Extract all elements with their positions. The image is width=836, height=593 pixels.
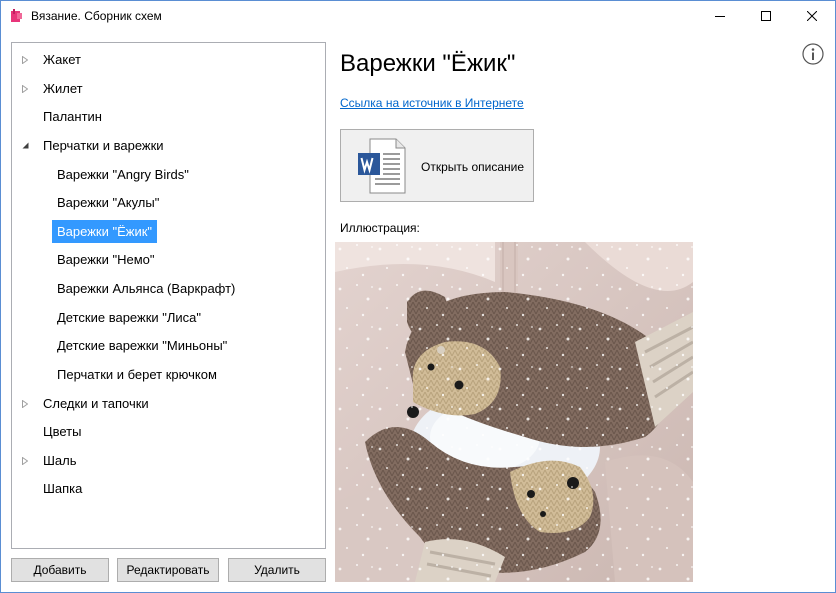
tree-item-crochet[interactable]: Перчатки и берет крючком: [52, 363, 222, 386]
close-icon: [807, 11, 817, 21]
tree-item-yozhik[interactable]: Варежки "Ёжик": [52, 220, 158, 243]
tree-item-label: Жакет: [43, 52, 81, 67]
title-bar: Вязание. Сборник схем: [1, 1, 835, 31]
tree-item-label: Детские варежки "Миньоны": [57, 338, 228, 353]
tree-item-label: Перчатки и варежки: [43, 138, 164, 153]
hedgehog-mittens-illustration: [335, 242, 693, 582]
page-title: Варежки "Ёжик": [340, 50, 516, 77]
tree-item-label: Шаль: [43, 453, 77, 468]
source-link[interactable]: Ссылка на источник в Интернете: [340, 96, 524, 110]
illustration-label: Иллюстрация:: [340, 221, 420, 235]
tree-item-label: Детские варежки "Лиса": [57, 310, 202, 325]
tree-item-shapka[interactable]: Шапка: [20, 477, 87, 500]
edit-button[interactable]: Редактировать: [117, 558, 219, 582]
tree-item-label: Перчатки и берет крючком: [57, 367, 217, 382]
scheme-tree[interactable]: Жакет Жилет Палантин Перчатки и варежки …: [11, 42, 326, 549]
tree-item-lisa[interactable]: Детские варежки "Лиса": [52, 306, 206, 329]
window-title: Вязание. Сборник схем: [31, 9, 162, 23]
tree-item-shal[interactable]: Шаль: [20, 449, 82, 472]
maximize-icon: [761, 11, 771, 21]
expand-arrow-icon[interactable]: [20, 392, 30, 415]
delete-button[interactable]: Удалить: [228, 558, 326, 582]
tree-item-label: Варежки "Акулы": [57, 195, 160, 210]
expand-arrow-icon[interactable]: [20, 48, 30, 71]
minimize-icon: [715, 16, 725, 17]
tree-item-label: Варежки "Немо": [57, 252, 155, 267]
maximize-button[interactable]: [743, 1, 789, 31]
tree-item-label: Варежки Альянса (Варкрафт): [57, 281, 236, 296]
tree-item-label: Шапка: [43, 481, 83, 496]
add-button[interactable]: Добавить: [11, 558, 109, 582]
tree-item-alliance[interactable]: Варежки Альянса (Варкрафт): [52, 277, 240, 300]
expand-arrow-icon[interactable]: [20, 449, 30, 472]
tree-item-akuly[interactable]: Варежки "Акулы": [52, 191, 164, 214]
tree-item-label: Палантин: [43, 109, 102, 124]
tree-item-nemo[interactable]: Варежки "Немо": [52, 248, 160, 271]
tree-item-tsvety[interactable]: Цветы: [20, 420, 86, 443]
minimize-button[interactable]: [697, 1, 743, 31]
tree-item-zhaket[interactable]: Жакет: [20, 48, 86, 71]
info-icon[interactable]: [802, 43, 824, 65]
tree-item-minions[interactable]: Детские варежки "Миньоны": [52, 334, 232, 357]
tree-item-label: Жилет: [43, 81, 83, 96]
tree-item-label: Варежки "Ёжик": [52, 220, 158, 243]
tree-item-label: Следки и тапочки: [43, 396, 149, 411]
tree-item-label: Варежки "Angry Birds": [57, 167, 189, 182]
collapse-arrow-icon[interactable]: [20, 134, 30, 157]
tree-item-label: Цветы: [43, 424, 82, 439]
open-description-label: Открыть описание: [421, 160, 525, 174]
app-window: Вязание. Сборник схем Жакет Жилет Палант…: [0, 0, 836, 593]
tree-item-zhilet[interactable]: Жилет: [20, 77, 88, 100]
tree-item-angry-birds[interactable]: Варежки "Angry Birds": [52, 163, 194, 186]
open-description-button[interactable]: Открыть описание: [340, 129, 534, 202]
tree-item-perchatki[interactable]: Перчатки и варежки: [20, 134, 169, 157]
tree-item-sledki[interactable]: Следки и тапочки: [20, 392, 154, 415]
app-icon: [11, 9, 22, 22]
word-document-icon: [358, 138, 406, 194]
close-button[interactable]: [789, 1, 835, 31]
tree-item-palantin[interactable]: Палантин: [20, 105, 107, 128]
expand-arrow-icon[interactable]: [20, 77, 30, 100]
